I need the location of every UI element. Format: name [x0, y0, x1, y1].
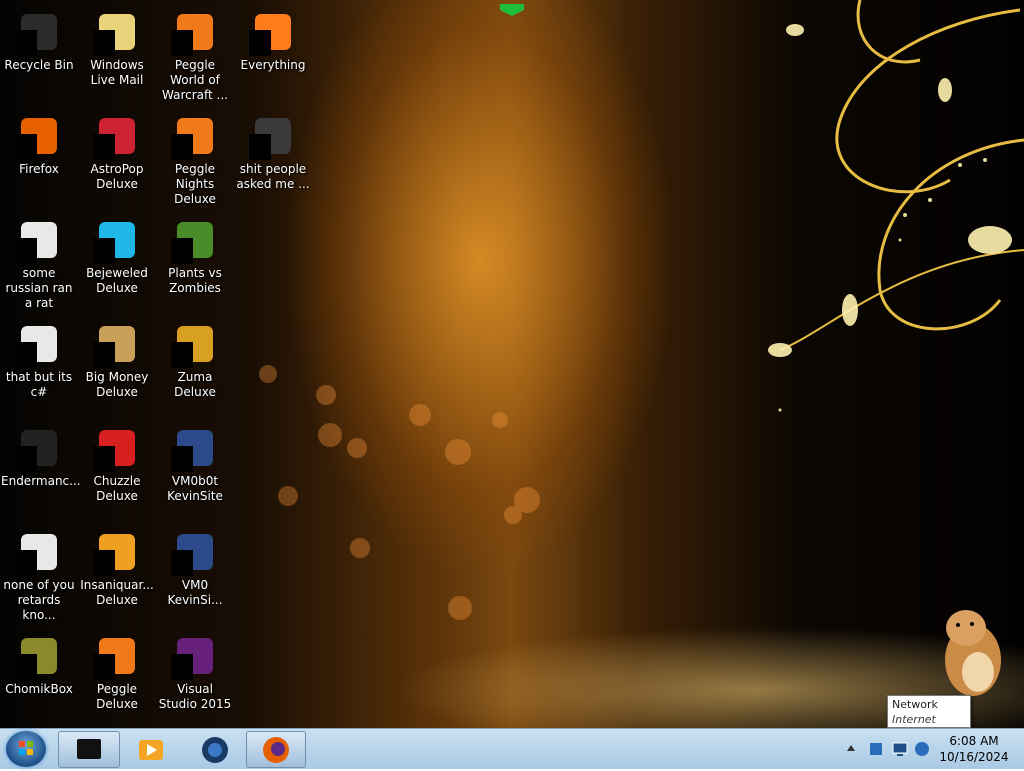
- green-indicator-icon: [500, 4, 524, 16]
- desktop-icon[interactable]: Big Money Deluxe: [78, 316, 156, 400]
- bejeweled-icon: [93, 216, 141, 264]
- windows-logo-icon: [19, 741, 33, 755]
- desktop-icon-label: Recycle Bin: [4, 58, 74, 72]
- mail-icon: [93, 8, 141, 56]
- desktop-icon[interactable]: ChomikBox: [0, 628, 78, 697]
- desktop-icon[interactable]: shit people asked me ...: [234, 108, 312, 192]
- desktop-icon[interactable]: VM0b0t KevinSite: [156, 420, 234, 504]
- shortcut-icon: [15, 216, 63, 264]
- desktop-icon[interactable]: some russian ran a rat: [0, 212, 78, 311]
- search-app-icon: [249, 8, 297, 56]
- network-icon[interactable]: [892, 741, 908, 757]
- desktop-icon-label: Peggle Deluxe: [96, 682, 138, 711]
- taskbar-item-app[interactable]: [184, 731, 246, 768]
- desktop-icon-label: AstroPop Deluxe: [90, 162, 144, 191]
- media-player-icon: [139, 740, 163, 760]
- desktop-icon-label: Windows Live Mail: [90, 58, 144, 87]
- notification-icon[interactable]: [868, 741, 884, 757]
- clock-date: 10/16/2024: [939, 750, 1009, 764]
- game-icon: [93, 320, 141, 368]
- desktop-icon[interactable]: Everything: [234, 4, 312, 73]
- desktop-icon[interactable]: Peggle World of Warcraft ...: [156, 4, 234, 103]
- taskbar-item-window[interactable]: [58, 731, 120, 768]
- show-hidden-icons-icon[interactable]: [846, 743, 856, 753]
- app-icon: [202, 737, 228, 763]
- desktop-icon[interactable]: none of you retards kno...: [0, 524, 78, 623]
- desktop-icon[interactable]: Bejeweled Deluxe: [78, 212, 156, 296]
- desktop-icon-label: Zuma Deluxe: [174, 370, 216, 399]
- desktop-icon[interactable]: that but its c#: [0, 316, 78, 400]
- taskbar-item-media-player[interactable]: [122, 731, 184, 768]
- hamster-icon: [15, 632, 63, 680]
- desktop-icon-label: Peggle World of Warcraft ...: [162, 58, 228, 102]
- desktop-icon[interactable]: Chuzzle Deluxe: [78, 420, 156, 504]
- astropop-icon: [93, 112, 141, 160]
- desktop-icon[interactable]: Peggle Deluxe: [78, 628, 156, 712]
- peggle-icon: [171, 112, 219, 160]
- app-icon: [171, 424, 219, 472]
- tooltip-subtitle: Internet access: [892, 713, 936, 726]
- firefox-icon: [263, 737, 289, 763]
- desktop-icon[interactable]: Peggle Nights Deluxe: [156, 108, 234, 207]
- desktop-icon[interactable]: Firefox: [0, 108, 78, 177]
- chuzzle-icon: [93, 424, 141, 472]
- desktop-icon-label: VM0b0t KevinSite: [167, 474, 223, 503]
- desktop-icon-label: Peggle Nights Deluxe: [174, 162, 216, 206]
- peggle-icon: [171, 8, 219, 56]
- shortcut-icon: [15, 320, 63, 368]
- taskbar: 6:08 AM 10/16/2024: [0, 728, 1024, 769]
- clock-time: 6:08 AM: [949, 734, 999, 748]
- start-button[interactable]: [6, 731, 46, 767]
- desktop-icon-label: Bejeweled Deluxe: [86, 266, 148, 295]
- desktop-icon-label: none of you retards kno...: [3, 578, 75, 622]
- desktop-icon[interactable]: Zuma Deluxe: [156, 316, 234, 400]
- desktop-icon-label: Visual Studio 2015: [158, 682, 232, 711]
- recycle-bin-icon: [15, 8, 63, 56]
- shortcut-icon: [15, 528, 63, 576]
- desktop-icon-label: that but its c#: [5, 370, 73, 399]
- window-icon: [77, 739, 101, 759]
- desktop-icon-label: Big Money Deluxe: [85, 370, 149, 399]
- taskbar-item-firefox[interactable]: [246, 731, 306, 768]
- desktop-icon-label: Endermanc...: [1, 474, 81, 488]
- desktop-icon-label: Chuzzle Deluxe: [93, 474, 141, 503]
- desktop-icon-label: ChomikBox: [5, 682, 73, 696]
- visual-studio-icon: [171, 632, 219, 680]
- clock[interactable]: 6:08 AM 10/16/2024: [938, 733, 1010, 765]
- folder-icon: [249, 112, 297, 160]
- hamster-icon: [945, 610, 1001, 696]
- firefox-icon: [15, 112, 63, 160]
- desktop[interactable]: Recycle Bin Windows Live Mail Peggle World…: [0, 0, 1024, 728]
- network-tooltip: Network Internet access: [887, 695, 971, 728]
- desktop-icon[interactable]: Recycle Bin: [0, 4, 78, 73]
- desktop-icon[interactable]: Insaniquar... Deluxe: [78, 524, 156, 608]
- desktop-icon-label: Insaniquar... Deluxe: [80, 578, 154, 607]
- app-icon: [171, 528, 219, 576]
- peggle-icon: [93, 632, 141, 680]
- desktop-icon[interactable]: Visual Studio 2015: [156, 628, 234, 712]
- zuma-icon: [171, 320, 219, 368]
- desktop-icon[interactable]: Windows Live Mail: [78, 4, 156, 88]
- plants-vs-zombies-icon: [171, 216, 219, 264]
- terminal-icon: [15, 424, 63, 472]
- desktop-icon-label: some russian ran a rat: [5, 266, 73, 310]
- desktop-icon-label: Plants vs Zombies: [168, 266, 222, 295]
- desktop-icon[interactable]: VM0 KevinSi...: [156, 524, 234, 608]
- desktop-icon[interactable]: Plants vs Zombies: [156, 212, 234, 296]
- desktop-icon-label: shit people asked me ...: [236, 162, 310, 191]
- desktop-icon[interactable]: Endermanc...: [0, 420, 81, 489]
- insaniquarium-icon: [93, 528, 141, 576]
- desktop-icon-label: VM0 KevinSi...: [167, 578, 223, 607]
- desktop-icon-label: Everything: [240, 58, 306, 72]
- desktop-icon-label: Firefox: [19, 162, 59, 176]
- tooltip-title: Network: [892, 698, 938, 711]
- desktop-icon[interactable]: AstroPop Deluxe: [78, 108, 156, 192]
- tray-app-icon[interactable]: [914, 741, 930, 757]
